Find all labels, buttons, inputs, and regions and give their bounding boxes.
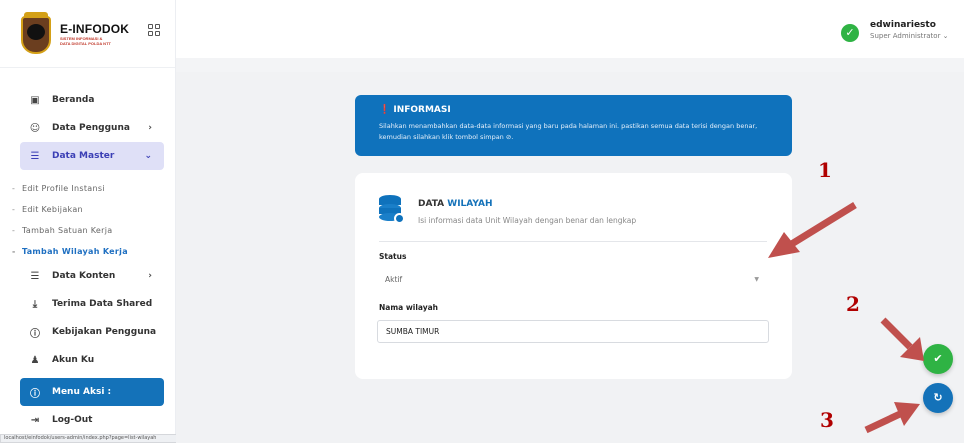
annotation-arrow-2 [880, 317, 924, 361]
divider [379, 241, 767, 242]
sidebar-item-logout[interactable]: ⇥ Log-Out [20, 406, 164, 434]
grid-menu-icon[interactable] [148, 24, 160, 36]
info-circle-icon: ⓘ [30, 388, 40, 400]
form-card: DATA WILAYAH Isi informasi data Unit Wil… [355, 173, 792, 379]
sidebar-item-terima-data-shared[interactable]: ⤓ Terima Data Shared [20, 290, 164, 318]
download-icon: ⤓ [32, 298, 38, 310]
brand-title: E-INFODOK [60, 21, 130, 36]
sidebar-menu: ▣ Beranda ☺ Data Pengguna › ☰ Data Maste… [12, 86, 164, 434]
caret-down-icon: ▼ [754, 276, 759, 283]
police-logo-icon [18, 11, 54, 56]
sidebar: E-INFODOK SISTEM INFORMASI & DATA DIGITA… [0, 0, 176, 443]
database-add-icon [379, 195, 407, 225]
chevron-right-icon: › [148, 271, 152, 281]
brand-subtitle-2: DATA DIGITAL POLDA NTT [60, 40, 111, 46]
info-alert: ❗ INFORMASI Silahkan menambahkan data-da… [355, 95, 792, 156]
chevron-right-icon: › [148, 123, 152, 133]
sidebar-item-data-master[interactable]: ☰ Data Master ⌄ [20, 142, 164, 170]
status-label: Status [379, 252, 407, 261]
database-icon: ☰ [30, 150, 40, 162]
annotation-arrow-1 [768, 202, 857, 258]
sidebar-item-akun-ku[interactable]: ♟ Akun Ku [20, 346, 164, 374]
subitem-edit-kebijakan[interactable]: - Edit Kebijakan [12, 199, 164, 220]
monitor-icon: ▣ [30, 94, 40, 106]
status-select[interactable]: Aktif ▼ [377, 269, 767, 291]
users-icon: ☺ [29, 122, 41, 134]
annotation-number-3: 3 [820, 408, 834, 432]
nama-wilayah-label: Nama wilayah [379, 303, 439, 312]
sidebar-item-beranda[interactable]: ▣ Beranda [20, 86, 164, 114]
subitem-tambah-satuan-kerja[interactable]: - Tambah Satuan Kerja [12, 220, 164, 241]
sidebar-item-kebijakan-pengguna[interactable]: ⓘ Kebijakan Pengguna [20, 318, 164, 346]
annotation-number-1: 1 [818, 158, 832, 182]
nama-wilayah-input[interactable]: SUMBA TIMUR [377, 320, 769, 343]
user-icon: ♟ [30, 354, 40, 366]
sidebar-item-data-pengguna[interactable]: ☺ Data Pengguna › [20, 114, 164, 142]
info-title: ❗ INFORMASI [379, 105, 451, 115]
help-circle-icon: ⓘ [30, 328, 40, 340]
subitem-edit-profile-instansi[interactable]: - Edit Profile Instansi [12, 178, 164, 199]
layers-icon: ☰ [30, 270, 40, 282]
info-text: Silahkan menambahkan data-data informasi… [379, 122, 758, 141]
card-title: DATA WILAYAH [418, 199, 493, 209]
user-role-dropdown[interactable]: Super Administrator ⌄ [870, 32, 949, 40]
chevron-down-icon: ⌄ [144, 151, 152, 161]
logo-area: E-INFODOK SISTEM INFORMASI & DATA DIGITA… [0, 0, 175, 68]
card-subtitle: Isi informasi data Unit Wilayah dengan b… [418, 216, 637, 225]
sidebar-item-data-konten[interactable]: ☰ Data Konten › [20, 262, 164, 290]
reset-button[interactable]: ↻ [923, 383, 953, 413]
user-name[interactable]: edwinariesto [870, 20, 936, 30]
annotation-arrow-3 [864, 402, 920, 434]
sidebar-item-menu-aksi: ⓘ Menu Aksi : [20, 378, 164, 406]
logout-icon: ⇥ [30, 414, 40, 426]
annotation-number-2: 2 [846, 292, 860, 316]
user-status-check-icon: ✓ [841, 24, 859, 42]
subitem-tambah-wilayah-kerja[interactable]: - Tambah Wilayah Kerja [12, 241, 164, 262]
